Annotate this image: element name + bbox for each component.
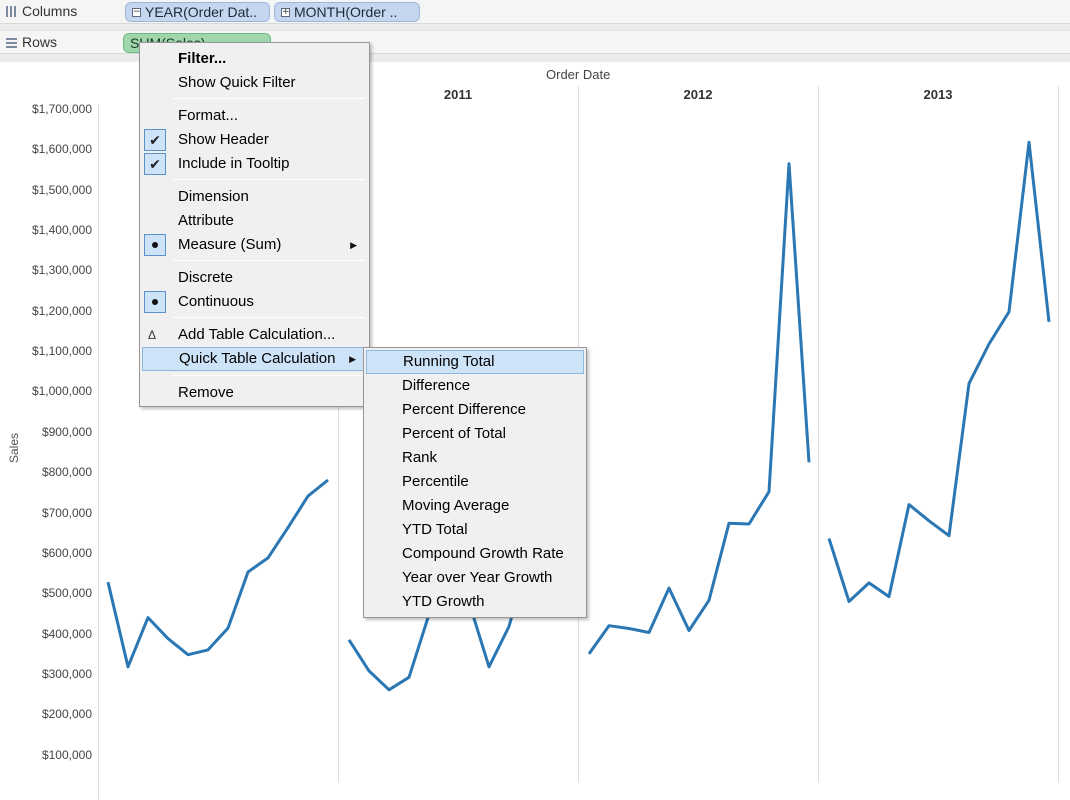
menu-separator (172, 317, 365, 318)
submenu-item-percentile[interactable]: Percentile (366, 470, 584, 494)
menu-item-include-in-tooltip[interactable]: ✔ Include in Tooltip (142, 152, 367, 176)
submenu-item-ytd-growth[interactable]: YTD Growth (366, 590, 584, 614)
submenu-item-running-total[interactable]: Running Total (366, 350, 584, 374)
submenu-item-compound-growth-rate[interactable]: Compound Growth Rate (366, 542, 584, 566)
submenu-arrow-icon: ▶ (350, 240, 357, 250)
menu-separator (172, 179, 365, 180)
menu-item-show-header[interactable]: ✔ Show Header (142, 128, 367, 152)
menu-item-measure-sum[interactable]: Measure (Sum) ▶ (142, 233, 367, 257)
submenu-item-ytd-total[interactable]: YTD Total (366, 518, 584, 542)
menu-item-continuous[interactable]: Continuous (142, 290, 367, 314)
sales-line-2010[interactable] (106, 478, 329, 669)
checkmark-icon: ✔ (144, 153, 166, 175)
menu-item-quick-table-calculation[interactable]: Quick Table Calculation ▶ (142, 347, 367, 371)
menu-separator (172, 98, 365, 99)
menu-item-discrete[interactable]: Discrete (142, 266, 367, 290)
checkmark-icon: ✔ (144, 129, 166, 151)
quick-table-calc-submenu: Running Total Difference Percent Differe… (363, 347, 587, 618)
menu-separator (172, 260, 365, 261)
submenu-item-moving-average[interactable]: Moving Average (366, 494, 584, 518)
submenu-item-difference[interactable]: Difference (366, 374, 584, 398)
menu-item-attribute[interactable]: Attribute (142, 209, 367, 233)
menu-item-remove[interactable]: Remove (142, 381, 367, 405)
submenu-item-percent-difference[interactable]: Percent Difference (366, 398, 584, 422)
submenu-item-percent-of-total[interactable]: Percent of Total (366, 422, 584, 446)
menu-item-format[interactable]: Format... (142, 104, 367, 128)
radio-bullet-icon (144, 291, 166, 313)
menu-item-add-table-calculation[interactable]: Δ Add Table Calculation... (142, 323, 367, 347)
menu-item-dimension[interactable]: Dimension (142, 185, 367, 209)
sales-line-2013[interactable] (827, 140, 1051, 603)
submenu-item-year-over-year-growth[interactable]: Year over Year Growth (366, 566, 584, 590)
radio-bullet-icon (144, 234, 166, 256)
menu-item-filter[interactable]: Filter... (142, 47, 367, 71)
pill-context-menu: Filter... Show Quick Filter Format... ✔ … (139, 42, 370, 407)
submenu-item-rank[interactable]: Rank (366, 446, 584, 470)
sales-line-2012[interactable] (587, 162, 811, 655)
menu-separator (172, 375, 365, 376)
menu-item-show-quick-filter[interactable]: Show Quick Filter (142, 71, 367, 95)
submenu-arrow-icon: ▶ (349, 354, 356, 364)
delta-icon: Δ (148, 328, 157, 342)
